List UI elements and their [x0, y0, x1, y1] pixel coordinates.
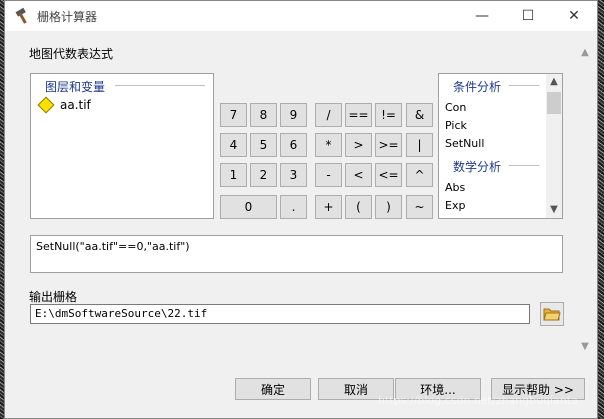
num-1-button[interactable]: 1	[220, 163, 247, 187]
or-button[interactable]: |	[406, 133, 433, 157]
layer-item-aa-tif[interactable]: aa.tif	[37, 96, 91, 114]
watermark-text: https://blog.csdn.net/zhangbuqianta	[378, 394, 578, 407]
functions-list[interactable]: 条件分析 Con Pick SetNull 数学分析 Abs Exp ▲ ▼	[438, 73, 563, 219]
num-0-button[interactable]: 0	[220, 195, 277, 219]
ok-button[interactable]: 确定	[235, 378, 311, 400]
num-6-button[interactable]: 6	[280, 133, 307, 157]
less-equal-button[interactable]: <=	[375, 163, 402, 187]
map-algebra-label: 地图代数表达式	[29, 47, 114, 61]
greater-equal-button[interactable]: >=	[375, 133, 402, 157]
expression-textarea[interactable]: SetNull("aa.tif"==0,"aa.tif")	[30, 235, 563, 273]
num-5-button[interactable]: 5	[250, 133, 277, 157]
window-title: 栅格计算器	[37, 10, 98, 24]
hammer-icon	[15, 7, 27, 24]
raster-calculator-dialog: 栅格计算器 — ☐ ✕ 地图代数表达式 ▲ ▼ 图层和变量 aa.tif 7 8…	[4, 0, 598, 419]
title-bar: 栅格计算器 — ☐ ✕	[5, 1, 597, 31]
open-paren-button[interactable]: (	[345, 195, 372, 219]
less-button[interactable]: <	[345, 163, 372, 187]
scroll-down-icon[interactable]: ▼	[546, 202, 562, 218]
num-2-button[interactable]: 2	[250, 163, 277, 187]
divide-button[interactable]: /	[315, 103, 342, 127]
num-8-button[interactable]: 8	[250, 103, 277, 127]
conditional-group-title: 条件分析	[453, 80, 502, 94]
scroll-thumb[interactable]	[547, 92, 561, 114]
num-3-button[interactable]: 3	[280, 163, 307, 187]
plus-button[interactable]: +	[315, 195, 342, 219]
raster-layer-icon	[37, 96, 55, 114]
close-paren-button[interactable]: )	[375, 195, 402, 219]
function-item-exp[interactable]: Exp	[445, 199, 465, 212]
layers-panel-title: 图层和变量	[45, 80, 106, 94]
xor-button[interactable]: ^	[406, 163, 433, 187]
scroll-up-icon[interactable]: ▲	[546, 74, 562, 90]
greater-button[interactable]: >	[345, 133, 372, 157]
divider	[509, 165, 539, 166]
scroll-up-icon[interactable]: ▲	[577, 45, 593, 61]
folder-open-icon	[543, 308, 561, 321]
output-raster-input[interactable]: E:\dmSoftwareSource\22.tif	[30, 304, 530, 324]
browse-folder-button[interactable]	[540, 302, 564, 326]
close-button[interactable]: ✕	[551, 1, 597, 31]
divider	[509, 85, 539, 86]
maximize-button[interactable]: ☐	[505, 1, 551, 31]
not-equal-button[interactable]: !=	[375, 103, 402, 127]
decimal-button[interactable]: .	[280, 195, 307, 219]
and-button[interactable]: &	[406, 103, 433, 127]
function-item-con[interactable]: Con	[445, 101, 466, 114]
math-group-title: 数学分析	[453, 160, 502, 174]
function-item-pick[interactable]: Pick	[445, 119, 467, 132]
function-item-setnull[interactable]: SetNull	[445, 137, 484, 150]
divider	[115, 85, 205, 86]
layer-item-label: aa.tif	[60, 98, 91, 112]
dialog-scrollbar[interactable]: ▲ ▼	[577, 45, 593, 355]
num-7-button[interactable]: 7	[220, 103, 247, 127]
minimize-button[interactable]: —	[459, 1, 505, 31]
multiply-button[interactable]: *	[315, 133, 342, 157]
minus-button[interactable]: -	[315, 163, 342, 187]
layers-variables-list[interactable]: 图层和变量 aa.tif	[30, 73, 214, 219]
num-9-button[interactable]: 9	[280, 103, 307, 127]
num-4-button[interactable]: 4	[220, 133, 247, 157]
output-raster-label: 输出栅格	[29, 290, 78, 304]
functions-scrollbar[interactable]: ▲ ▼	[546, 74, 562, 218]
scroll-down-icon[interactable]: ▼	[577, 339, 593, 355]
equal-button[interactable]: ==	[345, 103, 372, 127]
not-button[interactable]: ~	[406, 195, 433, 219]
function-item-abs[interactable]: Abs	[445, 181, 465, 194]
